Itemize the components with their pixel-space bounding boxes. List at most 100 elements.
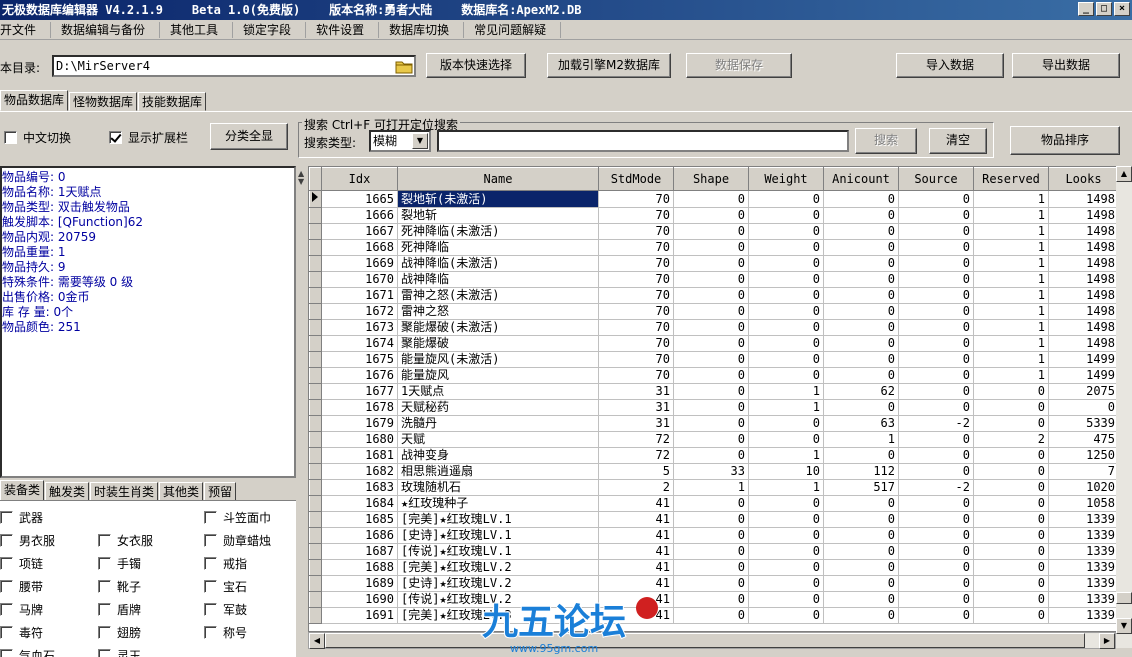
cell-stdmode[interactable]: 70 <box>598 367 674 384</box>
cell-idx[interactable]: 1666 <box>321 207 398 224</box>
cell-idx[interactable]: 1672 <box>321 303 398 320</box>
cell-source[interactable]: 0 <box>898 591 974 608</box>
cell-source[interactable]: 0 <box>898 559 974 576</box>
cell-looks[interactable]: 1499 <box>1048 351 1119 368</box>
chevron-down-icon[interactable]: ▼ <box>412 133 428 149</box>
cell-weight[interactable]: 0 <box>748 207 824 224</box>
category-option[interactable]: 腰带 <box>0 579 98 595</box>
category-checkbox[interactable] <box>204 603 217 616</box>
cell-name[interactable]: 能量旋风 <box>397 367 599 384</box>
cell-source[interactable]: 0 <box>898 431 974 448</box>
cell-weight[interactable]: 1 <box>748 383 824 400</box>
cell-source[interactable]: 0 <box>898 399 974 416</box>
row-indicator[interactable] <box>309 431 322 448</box>
cell-stdmode[interactable]: 41 <box>598 527 674 544</box>
cell-weight[interactable]: 0 <box>748 543 824 560</box>
cell-looks[interactable]: 1020 <box>1048 479 1119 496</box>
cell-source[interactable]: 0 <box>898 527 974 544</box>
cell-stdmode[interactable]: 41 <box>598 559 674 576</box>
quick-select-button[interactable]: 版本快速选择 <box>426 53 526 78</box>
cell-weight[interactable]: 0 <box>748 335 824 352</box>
cell-idx[interactable]: 1676 <box>321 367 398 384</box>
cell-stdmode[interactable]: 70 <box>598 239 674 256</box>
category-option[interactable]: 项链 <box>0 556 98 572</box>
cell-looks[interactable]: 1498 <box>1048 239 1119 256</box>
category-checkbox[interactable] <box>0 557 13 570</box>
row-indicator[interactable] <box>309 367 322 384</box>
cell-idx[interactable]: 1688 <box>321 559 398 576</box>
category-option[interactable]: 戒指 <box>204 556 296 572</box>
table-row[interactable]: 1689 [史诗]★红玫瑰LV.2 41 0 0 0 0 0 1339 <box>309 575 1119 592</box>
menu-tools[interactable]: 其他工具 <box>170 21 234 38</box>
cell-source[interactable]: 0 <box>898 447 974 464</box>
category-option[interactable]: 毒符 <box>0 625 98 641</box>
cell-source[interactable]: 0 <box>898 303 974 320</box>
category-checkbox[interactable] <box>98 557 111 570</box>
cell-reserved[interactable]: 1 <box>973 351 1049 368</box>
category-checkbox[interactable] <box>0 649 13 657</box>
category-checkbox[interactable] <box>204 580 217 593</box>
category-checkbox[interactable] <box>204 534 217 547</box>
scroll-down-icon[interactable]: ▼ <box>1116 618 1132 634</box>
cell-idx[interactable]: 1682 <box>321 463 398 480</box>
category-checkbox[interactable] <box>98 626 111 639</box>
cell-anicount[interactable]: 0 <box>823 527 899 544</box>
category-option[interactable]: 手镯 <box>98 556 204 572</box>
col-header-name[interactable]: Name <box>397 167 599 191</box>
col-header-shape[interactable]: Shape <box>673 167 749 191</box>
row-indicator[interactable] <box>309 303 322 320</box>
cell-idx[interactable]: 1687 <box>321 543 398 560</box>
menu-settings[interactable]: 软件设置 <box>316 21 380 38</box>
cell-stdmode[interactable]: 31 <box>598 399 674 416</box>
table-row[interactable]: 1685 [完美]★红玫瑰LV.1 41 0 0 0 0 0 1339 <box>309 511 1119 528</box>
current-row-arrow-icon[interactable] <box>309 190 322 208</box>
row-indicator[interactable] <box>309 479 322 496</box>
cell-shape[interactable]: 33 <box>673 463 749 480</box>
cell-stdmode[interactable]: 72 <box>598 447 674 464</box>
cell-looks[interactable]: 1498 <box>1048 255 1119 272</box>
cell-weight[interactable]: 0 <box>748 415 824 432</box>
cell-weight[interactable]: 0 <box>748 303 824 320</box>
cell-reserved[interactable]: 0 <box>973 511 1049 528</box>
cell-idx[interactable]: 1665 <box>321 190 398 208</box>
table-row[interactable]: 1679 洗髓丹 31 0 0 63 -2 0 5339 <box>309 415 1119 432</box>
maximize-button[interactable]: □ <box>1096 2 1112 16</box>
cell-weight[interactable]: 0 <box>748 287 824 304</box>
cell-source[interactable]: 0 <box>898 190 974 208</box>
cell-name[interactable]: 死神降临 <box>397 239 599 256</box>
row-indicator[interactable] <box>309 559 322 576</box>
cell-anicount[interactable]: 517 <box>823 479 899 496</box>
table-row[interactable]: 1667 死神降临(未激活) 70 0 0 0 0 1 1498 <box>309 223 1119 240</box>
table-row[interactable]: 1672 雷神之怒 70 0 0 0 0 1 1498 <box>309 303 1119 320</box>
cell-reserved[interactable]: 0 <box>973 415 1049 432</box>
cell-stdmode[interactable]: 41 <box>598 543 674 560</box>
cell-name[interactable]: 能量旋风(未激活) <box>397 351 599 368</box>
cell-reserved[interactable]: 1 <box>973 367 1049 384</box>
table-row[interactable]: 1670 战神降临 70 0 0 0 0 1 1498 <box>309 271 1119 288</box>
cell-anicount[interactable]: 0 <box>823 447 899 464</box>
cell-idx[interactable]: 1684 <box>321 495 398 512</box>
cell-reserved[interactable]: 0 <box>973 527 1049 544</box>
cell-shape[interactable]: 0 <box>673 239 749 256</box>
row-indicator[interactable] <box>309 543 322 560</box>
cell-idx[interactable]: 1680 <box>321 431 398 448</box>
cell-stdmode[interactable]: 70 <box>598 303 674 320</box>
cell-name[interactable]: 雷神之怒(未激活) <box>397 287 599 304</box>
cell-weight[interactable]: 0 <box>748 319 824 336</box>
row-indicator[interactable] <box>309 447 322 464</box>
cell-weight[interactable]: 0 <box>748 495 824 512</box>
cell-shape[interactable]: 0 <box>673 190 749 208</box>
category-checkbox[interactable] <box>98 580 111 593</box>
cell-stdmode[interactable]: 70 <box>598 351 674 368</box>
cell-idx[interactable]: 1670 <box>321 271 398 288</box>
cell-shape[interactable]: 0 <box>673 335 749 352</box>
cell-stdmode[interactable]: 70 <box>598 271 674 288</box>
col-header-reserved[interactable]: Reserved <box>973 167 1049 191</box>
menu-lock-fields[interactable]: 锁定字段 <box>243 21 307 38</box>
cell-name[interactable]: [史诗]★红玫瑰LV.2 <box>397 575 599 592</box>
tab-skill-db[interactable]: 技能数据库 <box>138 92 207 111</box>
table-row[interactable]: 1666 裂地斩 70 0 0 0 0 1 1498 <box>309 207 1119 224</box>
menu-faq[interactable]: 常见问题解疑 <box>474 21 562 38</box>
tab-equipment[interactable]: 装备类 <box>0 480 45 501</box>
cell-anicount[interactable]: 0 <box>823 351 899 368</box>
